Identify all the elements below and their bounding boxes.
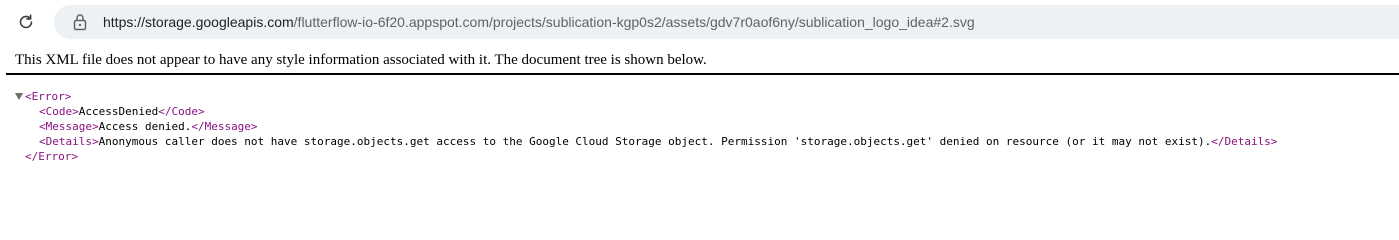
xml-style-info-message: This XML file does not appear to have an… [15, 52, 707, 68]
message-open-tag: <Message> [39, 120, 99, 133]
code-value: AccessDenied [78, 105, 159, 118]
collapse-triangle-icon[interactable] [15, 93, 23, 100]
url-host: https://storage.googleapis.com [103, 14, 294, 30]
details-value: Anonymous caller does not have storage.o… [98, 135, 1212, 148]
message-close-tag: </Message> [191, 120, 258, 133]
divider [6, 73, 1399, 75]
details-open-tag: <Details> [39, 135, 99, 148]
lock-icon[interactable] [72, 13, 88, 31]
url-path: /flutterflow-io-6f20.appspot.com/project… [293, 14, 975, 30]
url-text[interactable]: https://storage.googleapis.com/flutterfl… [103, 12, 975, 32]
browser-toolbar: https://storage.googleapis.com/flutterfl… [0, 0, 1399, 44]
code-close-tag: </Code> [158, 105, 205, 118]
code-open-tag: <Code> [39, 105, 79, 118]
error-close-tag: </Error> [25, 150, 78, 163]
reload-button[interactable] [12, 8, 40, 36]
reload-icon [19, 14, 33, 29]
message-value: Access denied. [98, 120, 192, 133]
error-open-tag: <Error> [25, 90, 72, 103]
details-close-tag: </Details> [1211, 135, 1278, 148]
